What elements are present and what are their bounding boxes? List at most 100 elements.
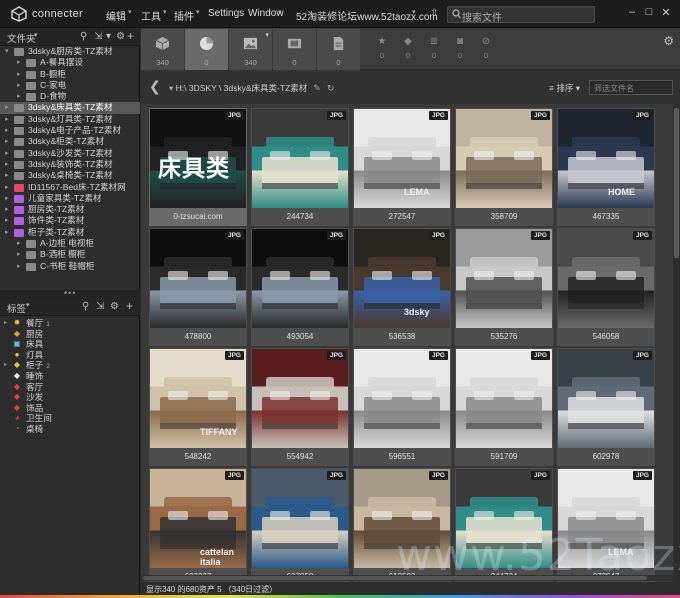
asset-card[interactable]: JPG 546058 — [557, 228, 655, 346]
expand-arrow-icon[interactable]: ▸ — [5, 193, 9, 204]
menu-tools[interactable]: 工具 — [141, 8, 161, 23]
asset-card[interactable]: JPG 591709 — [455, 348, 553, 466]
asset-thumbnail[interactable]: JPG — [456, 229, 552, 328]
tab-cube[interactable]: 340 — [141, 29, 184, 70]
expand-arrow-icon[interactable]: ▸ — [17, 91, 21, 102]
asset-thumbnail[interactable]: JPG — [150, 229, 246, 328]
expand-arrow-icon[interactable]: ▸ — [4, 318, 7, 329]
tab-tag[interactable]: ◆ 0 — [397, 36, 419, 60]
folder-item[interactable]: ▸ 厨房类-TZ素材 — [0, 204, 140, 215]
panel-splitter[interactable]: ••• — [0, 288, 140, 298]
expand-arrow-icon[interactable]: ▸ — [17, 238, 21, 249]
gear-icon[interactable]: ⚙ — [116, 31, 125, 42]
sort-button[interactable]: ≡ 排序 ▾ — [549, 82, 580, 94]
asset-card[interactable]: JPG 493054 — [251, 228, 349, 346]
search-input[interactable]: 搜索文件 — [462, 9, 502, 24]
expand-arrow-icon[interactable]: ▸ — [17, 69, 21, 80]
arrow-up-icon[interactable]: ⇧ — [430, 8, 438, 19]
folder-item[interactable]: ▸ 3dsky&灯具类-TZ素材 — [0, 114, 140, 125]
folder-item[interactable]: ▸ A-餐具摆设 — [0, 57, 140, 68]
search-icon[interactable]: ⚲ — [80, 31, 87, 42]
asset-thumbnail[interactable]: JPG — [456, 109, 552, 208]
tab-pie[interactable]: 0 — [185, 29, 228, 70]
folder-item[interactable]: ▸ C-家电 — [0, 80, 140, 91]
folder-item[interactable]: ▸ B-酒柜 橱柜 — [0, 249, 140, 260]
tag-item[interactable]: ● 灯具 — [0, 350, 140, 361]
folder-item[interactable]: ▸ ID11567-Bed床-TZ素材网 — [0, 182, 140, 193]
expand-icon[interactable]: ⇲ — [96, 301, 104, 312]
tab-camera[interactable]: ◙ 0 — [449, 36, 471, 60]
minimize-button[interactable]: – — [626, 6, 638, 20]
add-folder-icon[interactable]: + — [127, 29, 134, 43]
expand-arrow-icon[interactable]: ▾ — [5, 46, 9, 57]
asset-thumbnail[interactable]: HOME JPG — [558, 109, 654, 208]
forum-link[interactable]: 52淘装修论坛www.52taozx.com — [296, 8, 438, 23]
expand-arrow-icon[interactable]: ▸ — [17, 249, 21, 260]
back-arrow-icon[interactable]: ❮ — [149, 78, 161, 95]
folder-item[interactable]: ▸ 3dsky&床具类-TZ素材 — [0, 102, 140, 114]
asset-card[interactable]: JPG 554942 — [251, 348, 349, 466]
menu-plugins[interactable]: 插件 — [174, 8, 194, 23]
folder-item[interactable]: ▸ 3dsky&装饰类-TZ素材 — [0, 159, 140, 170]
asset-card[interactable]: TIFFANY JPG 548242 — [149, 348, 247, 466]
tag-item[interactable]: ▣ 床具 — [0, 339, 140, 350]
expand-arrow-icon[interactable]: ▸ — [5, 204, 9, 215]
chevron-down-icon[interactable]: ▾ — [26, 301, 30, 309]
tag-item[interactable]: ◆ 客厅 — [0, 382, 140, 393]
asset-thumbnail[interactable]: LEMA JPG — [354, 109, 450, 208]
asset-card[interactable]: JPG607958 — [251, 468, 349, 584]
folder-item[interactable]: ▸ D-食物 — [0, 91, 140, 102]
asset-card[interactable]: JPG 602978 — [557, 348, 655, 466]
expand-arrow-icon[interactable]: ▸ — [5, 148, 9, 159]
asset-thumbnail[interactable]: JPG — [354, 349, 450, 448]
tag-item[interactable]: ▸ ◆ 柜子 2 — [0, 360, 140, 371]
expand-arrow-icon[interactable]: ▸ — [5, 170, 9, 181]
folder-item[interactable]: ▸ A-边柜 电视柜 — [0, 238, 140, 249]
breadcrumb[interactable]: H:\ 3DSKY \ 3dsky&床具类-TZ素材 — [176, 83, 308, 93]
asset-card[interactable]: JPG 535276 — [455, 228, 553, 346]
expand-arrow-icon[interactable]: ▸ — [5, 114, 9, 125]
expand-arrow-icon[interactable]: ▸ — [5, 125, 9, 136]
tag-item[interactable]: ◕ 卫生间 — [0, 413, 140, 424]
asset-card[interactable]: LEMA JPG 272547 — [353, 108, 451, 226]
expand-arrow-icon[interactable]: ▸ — [4, 360, 7, 371]
expand-arrow-icon[interactable]: ▸ — [5, 159, 9, 170]
asset-thumbnail[interactable]: JPG — [456, 349, 552, 448]
asset-thumbnail[interactable]: JPG — [558, 349, 654, 448]
tag-item[interactable]: ◆ 睡饰 — [0, 371, 140, 382]
folder-item[interactable]: ▸ 柜子类-TZ素材 — [0, 227, 140, 238]
asset-thumbnail[interactable]: JPG — [252, 469, 348, 568]
folder-item[interactable]: ▾ 3dsky&厨房类-TZ素材 — [0, 46, 140, 57]
asset-thumbnail[interactable]: 床具类 JPG — [150, 109, 246, 208]
asset-card[interactable]: HOME JPG 467335 — [557, 108, 655, 226]
asset-thumbnail[interactable]: JPG — [252, 349, 348, 448]
folder-item[interactable]: ▸ B-橱柜 — [0, 69, 140, 80]
tab-list[interactable]: ≣ 0 — [423, 36, 445, 60]
tab-star[interactable]: ★ 0 — [371, 36, 393, 60]
tab-film[interactable]: 0 — [273, 29, 316, 70]
expand-icon[interactable]: ⇲ — [94, 31, 102, 42]
gear-icon[interactable]: ⚙ — [110, 301, 119, 312]
asset-thumbnail[interactable]: 3dsky JPG — [354, 229, 450, 328]
asset-card[interactable]: JPG 358709 — [455, 108, 553, 226]
menu-settings[interactable]: Settings — [208, 8, 244, 19]
tag-item[interactable]: ◆ 沙发 — [0, 392, 140, 403]
asset-thumbnail[interactable]: JPG — [558, 229, 654, 328]
folder-item[interactable]: ▸ 3dsky&桌椅类-TZ素材 — [0, 170, 140, 181]
asset-card[interactable]: 床具类 JPG 0-tzsucai.com — [149, 108, 247, 226]
chevron-down-icon[interactable]: ▾ — [34, 31, 38, 39]
expand-arrow-icon[interactable]: ▸ — [5, 215, 9, 226]
filename-filter-input[interactable]: 筛选文件名 — [589, 80, 673, 95]
folder-item[interactable]: ▸ 3dsky&沙发类-TZ素材 — [0, 148, 140, 159]
asset-thumbnail[interactable]: cattelan italia JPG — [150, 469, 246, 568]
asset-card[interactable]: cattelan italiaJPG603237 — [149, 468, 247, 584]
asset-card[interactable]: JPG 244734 — [251, 108, 349, 226]
tag-item[interactable]: ▸ ✹ 餐厅 1 — [0, 318, 140, 329]
tab-image[interactable]: ▾ 340 — [229, 29, 272, 70]
asset-thumbnail[interactable]: JPG — [252, 229, 348, 328]
tag-item[interactable]: ◆ 饰品 — [0, 403, 140, 414]
folder-item[interactable]: ▸ 儿童家具类-TZ素材 — [0, 193, 140, 204]
expand-arrow-icon[interactable]: ▸ — [5, 227, 9, 238]
asset-card[interactable]: JPG 596551 — [353, 348, 451, 466]
expand-arrow-icon[interactable]: ▸ — [5, 136, 9, 147]
